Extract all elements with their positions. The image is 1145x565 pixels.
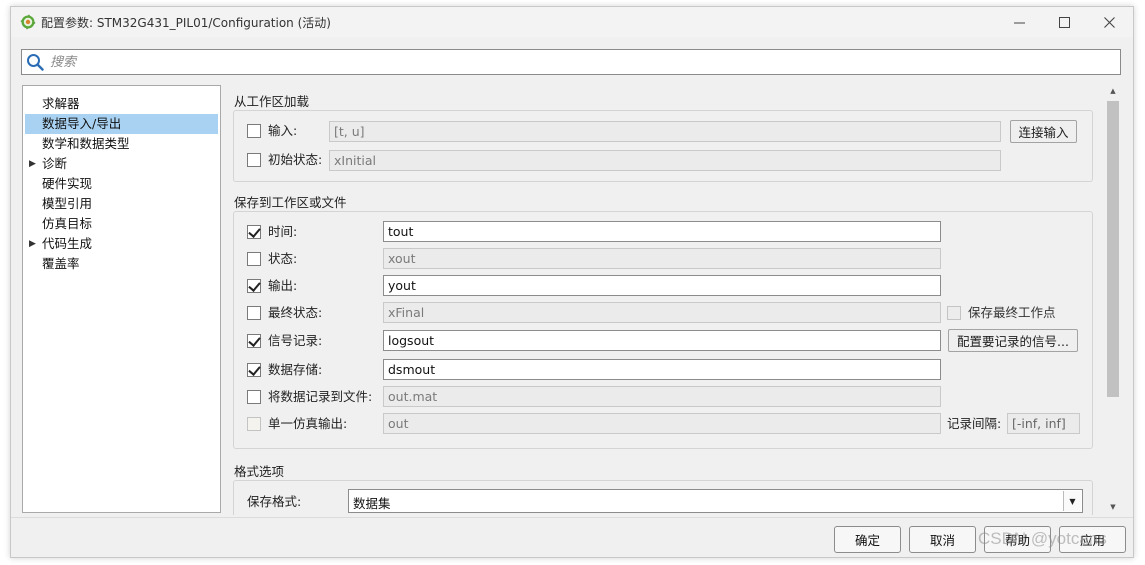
load-group: 输入: [t, u] 连接输入 初始状态: xInitial <box>233 110 1093 182</box>
footer-divider <box>11 517 1133 518</box>
output-label: 输出: <box>268 278 298 293</box>
initial-state-field[interactable]: xInitial <box>329 150 1001 171</box>
save-final-op-label: 保存最终工作点 <box>968 305 1056 320</box>
initial-state-checkbox[interactable] <box>247 153 261 167</box>
maximize-icon <box>1058 16 1070 28</box>
ok-button[interactable]: 确定 <box>834 526 901 553</box>
time-label: 时间: <box>268 224 298 239</box>
signal-logging-field[interactable]: logsout <box>383 330 941 351</box>
final-states-field[interactable]: xFinal <box>383 302 941 323</box>
title-bar: 配置参数: STM32G431_PIL01/Configuration (活动) <box>11 7 1133 37</box>
single-sim-output-field[interactable]: out <box>383 413 941 434</box>
final-states-checkbox[interactable] <box>247 306 261 320</box>
log-interval-label: 记录间隔: <box>947 416 1002 431</box>
search-box[interactable] <box>21 49 1121 75</box>
time-checkbox[interactable] <box>247 225 261 239</box>
cancel-button[interactable]: 取消 <box>909 526 976 553</box>
nav-item-label: 硬件实现 <box>42 176 93 191</box>
initial-state-label: 初始状态: <box>268 152 323 167</box>
search-input[interactable] <box>48 51 1108 73</box>
input-checkbox[interactable] <box>247 124 261 138</box>
minimize-icon <box>1013 22 1025 23</box>
window-title: 配置参数: STM32G431_PIL01/Configuration (活动) <box>41 16 331 30</box>
expand-arrow-icon[interactable]: ▶ <box>29 154 36 174</box>
watermark: CSDN @yotcans <box>978 529 1107 548</box>
data-stores-field[interactable]: dsmout <box>383 359 941 380</box>
nav-item-label: 求解器 <box>42 96 80 111</box>
input-field[interactable]: [t, u] <box>329 121 1001 142</box>
data-stores-checkbox[interactable] <box>247 363 261 377</box>
log-to-file-checkbox[interactable] <box>247 390 261 404</box>
nav-item-label: 数据导入/导出 <box>42 116 122 131</box>
input-label: 输入: <box>268 123 298 138</box>
save-format-label: 保存格式: <box>247 494 302 509</box>
states-checkbox[interactable] <box>247 252 261 266</box>
minimize-button[interactable] <box>997 7 1041 37</box>
nav-item-data-import-export[interactable]: 数据导入/导出 <box>25 114 218 134</box>
config-params-window: 配置参数: STM32G431_PIL01/Configuration (活动)… <box>10 6 1134 558</box>
simulink-gear-icon <box>20 14 36 30</box>
log-interval-field[interactable]: [-inf, inf] <box>1007 413 1080 434</box>
time-field[interactable]: tout <box>383 221 941 242</box>
chevron-down-icon[interactable]: ▼ <box>1063 491 1081 511</box>
category-tree: 求解器 数据导入/导出 数学和数据类型 ▶ 诊断 硬件实现 模型引用 仿真目标 ▶… <box>22 85 221 513</box>
states-label: 状态: <box>268 251 298 266</box>
nav-item-label: 代码生成 <box>42 236 93 251</box>
nav-item-diagnostics[interactable]: ▶ 诊断 <box>25 154 218 174</box>
scrollbar-thumb[interactable] <box>1107 101 1119 397</box>
nav-item-label: 数学和数据类型 <box>42 136 130 151</box>
nav-item-math-data-types[interactable]: 数学和数据类型 <box>25 134 218 154</box>
settings-panel: 从工作区加载 输入: [t, u] 连接输入 初始状态: xInitial 保存… <box>231 85 1101 515</box>
states-field[interactable]: xout <box>383 248 941 269</box>
configure-signals-button[interactable]: 配置要记录的信号... <box>948 329 1078 352</box>
maximize-button[interactable] <box>1042 7 1086 37</box>
nav-item-coverage[interactable]: 覆盖率 <box>25 254 218 274</box>
section-title-load: 从工作区加载 <box>234 94 310 109</box>
output-checkbox[interactable] <box>247 279 261 293</box>
section-title-format: 格式选项 <box>234 464 285 479</box>
save-format-value: 数据集 <box>353 496 391 511</box>
nav-item-sim-target[interactable]: 仿真目标 <box>25 214 218 234</box>
connect-input-button[interactable]: 连接输入 <box>1010 120 1077 143</box>
close-icon <box>1103 16 1115 28</box>
signal-logging-label: 信号记录: <box>268 333 323 348</box>
nav-item-solver[interactable]: 求解器 <box>25 94 218 114</box>
section-title-save: 保存到工作区或文件 <box>234 195 347 210</box>
scroll-down-icon[interactable]: ▼ <box>1106 503 1120 515</box>
search-icon <box>27 54 44 71</box>
nav-item-label: 覆盖率 <box>42 256 80 271</box>
nav-item-label: 模型引用 <box>42 196 93 211</box>
output-field[interactable]: yout <box>383 275 941 296</box>
nav-item-hardware[interactable]: 硬件实现 <box>25 174 218 194</box>
save-group: 时间: tout 状态: xout 输出: yout 最终状态: xFinal … <box>233 211 1093 449</box>
save-final-op-checkbox[interactable] <box>947 306 961 320</box>
vertical-scrollbar[interactable]: ▲ ▼ <box>1106 87 1120 515</box>
single-sim-output-checkbox[interactable] <box>247 417 261 431</box>
scroll-up-icon[interactable]: ▲ <box>1106 87 1120 99</box>
signal-logging-checkbox[interactable] <box>247 334 261 348</box>
save-format-select[interactable]: 数据集 ▼ <box>348 489 1083 513</box>
expand-arrow-icon[interactable]: ▶ <box>29 234 36 254</box>
final-states-label: 最终状态: <box>268 305 323 320</box>
data-stores-label: 数据存储: <box>268 362 323 377</box>
close-button[interactable] <box>1087 7 1131 37</box>
single-sim-output-label: 单一仿真输出: <box>268 416 348 431</box>
log-to-file-field[interactable]: out.mat <box>383 386 941 407</box>
nav-item-label: 诊断 <box>42 156 68 171</box>
nav-item-model-reference[interactable]: 模型引用 <box>25 194 218 214</box>
nav-item-label: 仿真目标 <box>42 216 93 231</box>
format-group: 保存格式: 数据集 ▼ <box>233 480 1093 515</box>
nav-item-code-generation[interactable]: ▶ 代码生成 <box>25 234 218 254</box>
log-to-file-label: 将数据记录到文件: <box>268 389 373 404</box>
